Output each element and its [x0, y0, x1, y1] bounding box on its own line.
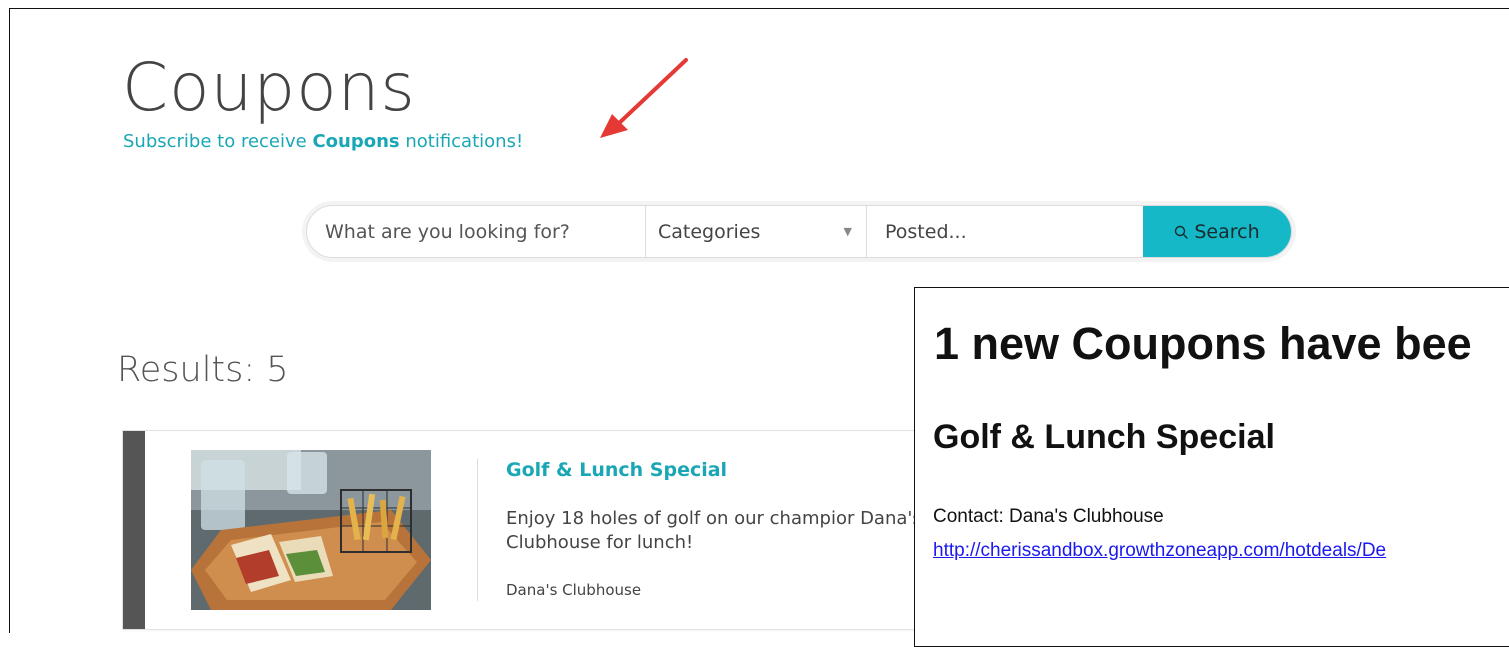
coupon-contact: Dana's Clubhouse [506, 581, 642, 599]
subscribe-prefix: Subscribe to receive [123, 131, 313, 152]
search-button-label: Search [1194, 220, 1260, 243]
card-accent-bar [123, 431, 145, 629]
coupon-image[interactable] [191, 450, 431, 610]
categories-select[interactable]: Categories ▼ [646, 206, 867, 257]
chevron-down-icon: ▼ [843, 225, 852, 238]
food-photo-icon [191, 450, 431, 610]
subscribe-bold: Coupons [312, 131, 400, 152]
card-divider [477, 459, 478, 601]
coupon-title-link[interactable]: Golf & Lunch Special [506, 459, 727, 481]
search-bar: Categories ▼ Posted... Search [306, 205, 1292, 258]
search-input[interactable] [307, 206, 646, 257]
posted-label: Posted... [885, 220, 967, 243]
results-count: Results: 5 [117, 350, 289, 390]
categories-label: Categories [658, 220, 761, 243]
subscribe-suffix: notifications! [399, 131, 524, 152]
coupon-card: Golf & Lunch Special Enjoy 18 holes of g… [122, 430, 942, 630]
annotation-arrow-icon [600, 58, 688, 138]
search-button[interactable]: Search [1143, 206, 1291, 257]
email-notification-overlay: 1 new Coupons have bee Golf & Lunch Spec… [914, 287, 1509, 647]
email-coupon-title: Golf & Lunch Special [933, 418, 1275, 456]
email-coupon-link[interactable]: http://cherissandbox.growthzoneapp.com/h… [933, 540, 1386, 562]
coupon-description: Enjoy 18 holes of golf on our champior D… [506, 508, 922, 553]
page-title: Coupons [122, 49, 416, 126]
search-icon [1175, 225, 1189, 239]
email-contact: Contact: Dana's Clubhouse [933, 506, 1164, 527]
email-heading: 1 new Coupons have bee [934, 318, 1472, 369]
subscribe-link[interactable]: Subscribe to receive Coupons notificatio… [123, 131, 523, 152]
posted-date-input[interactable]: Posted... [867, 206, 1143, 257]
